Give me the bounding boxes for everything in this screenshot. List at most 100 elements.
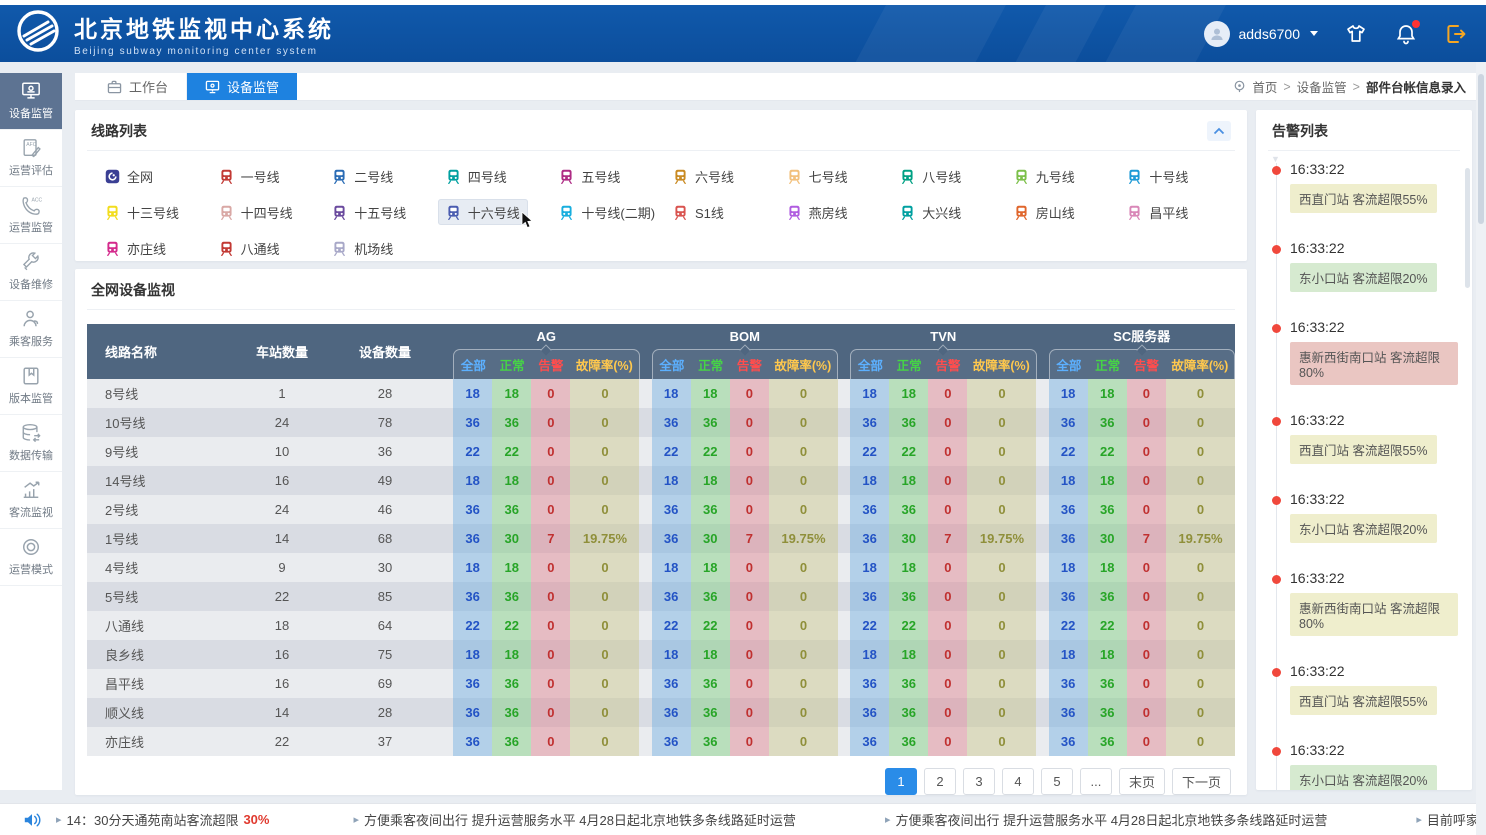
- line-item[interactable]: 九号线: [1006, 163, 1083, 189]
- sidebar-item-operation-supervision[interactable]: ACC 运营监管: [0, 187, 62, 244]
- line-item[interactable]: 十六号线: [438, 199, 528, 225]
- line-item[interactable]: 十号线: [1119, 163, 1196, 189]
- line-train-icon: [219, 241, 234, 256]
- line-item[interactable]: 六号线: [665, 163, 742, 189]
- cell-devices: 36: [329, 437, 441, 466]
- alarm-message[interactable]: 西直门站 客流超限55%: [1290, 686, 1437, 715]
- ticker-bullet-icon: ▸: [885, 813, 891, 826]
- alarm-message[interactable]: 西直门站 客流超限55%: [1290, 184, 1437, 213]
- page-button[interactable]: 3: [963, 768, 995, 795]
- sidebar-item-operation-mode[interactable]: 运营模式: [0, 529, 62, 586]
- sidebar-item-operation-evaluation[interactable]: AFC 运营评估: [0, 130, 62, 187]
- logout-button[interactable]: [1444, 22, 1468, 46]
- line-item-label: 燕房线: [809, 203, 848, 222]
- alarm-message[interactable]: 东小口站 客流超限20%: [1290, 514, 1437, 543]
- sidebar-item-device-monitor[interactable]: 设备监管: [0, 73, 62, 130]
- line-item[interactable]: 七号线: [779, 163, 856, 189]
- breadcrumb-home[interactable]: 首页: [1252, 77, 1277, 96]
- line-item[interactable]: 十号线(二期): [551, 199, 663, 225]
- user-menu[interactable]: adds6700: [1204, 21, 1318, 47]
- line-item[interactable]: 八号线: [892, 163, 969, 189]
- sidebar-item-device-maintenance[interactable]: 设备维修: [0, 244, 62, 301]
- theme-skin-button[interactable]: [1344, 22, 1368, 46]
- line-item-label: 六号线: [695, 167, 734, 186]
- cell-line-name: 亦庄线: [87, 727, 235, 756]
- cell-line-name: 顺义线: [87, 698, 235, 727]
- sidebar-item-passenger-flow[interactable]: 客流监视: [0, 472, 62, 529]
- cell-stations: 16: [235, 466, 329, 495]
- cell-line-name: 5号线: [87, 582, 235, 611]
- line-item[interactable]: 昌平线: [1119, 199, 1196, 225]
- sidebar-item-data-transfer[interactable]: 数据传输: [0, 415, 62, 472]
- ticker-bullet-icon: ▸: [1416, 813, 1422, 826]
- cell-stations: 14: [235, 698, 329, 727]
- news-ticker-bar: ▸ 14：30分天通苑南站客流超限 30% ▸ 方便乘客夜间出行 提升运营服务水…: [0, 803, 1486, 835]
- cell-devices: 75: [329, 640, 441, 669]
- page-button[interactable]: 2: [924, 768, 956, 795]
- line-grid: 全网 一号线: [75, 151, 1247, 261]
- line-item-label: 全网: [127, 167, 153, 186]
- alarm-message[interactable]: 惠新西街南口站 客流超限80%: [1290, 593, 1458, 636]
- app-header: 北京地铁监视中心系统 Beijing subway monitoring cen…: [0, 5, 1486, 62]
- page-scrollbar-thumb[interactable]: [1478, 74, 1484, 224]
- cell-devices: 69: [329, 669, 441, 698]
- cell-devices: 37: [329, 727, 441, 756]
- line-item[interactable]: 八通线: [211, 235, 288, 261]
- line-item-label: 十六号线: [468, 203, 520, 222]
- line-item[interactable]: S1线: [665, 199, 732, 225]
- page-button[interactable]: ...: [1080, 768, 1112, 795]
- line-item[interactable]: 十五号线: [324, 199, 414, 225]
- page-scrollbar[interactable]: [1476, 62, 1486, 835]
- line-item-label: 机场线: [354, 239, 393, 258]
- line-item[interactable]: 十四号线: [211, 199, 301, 225]
- pagination: 1 2 3 4 5 ... 末页: [75, 768, 1231, 795]
- table-row: 2号线 24 46 363600 363600 363600 363600: [87, 495, 1235, 524]
- table-row: 昌平线 16 69 363600 363600 363600 363600: [87, 669, 1235, 698]
- cell-stations: 22: [235, 727, 329, 756]
- page-button[interactable]: 下一页: [1172, 768, 1231, 795]
- line-item[interactable]: 全网: [97, 163, 161, 189]
- cell-stations: 18: [235, 611, 329, 640]
- sidebar-item-version-supervision[interactable]: 版本监管: [0, 358, 62, 415]
- line-item[interactable]: 五号线: [551, 163, 628, 189]
- line-item-label: 十三号线: [127, 203, 179, 222]
- tab-workbench[interactable]: 工作台: [89, 73, 187, 100]
- line-item[interactable]: 机场线: [324, 235, 401, 261]
- breadcrumb-section[interactable]: 设备监管: [1297, 77, 1347, 96]
- page-button[interactable]: 4: [1002, 768, 1034, 795]
- collapse-panel-button[interactable]: [1207, 121, 1231, 141]
- tab-device-supervision[interactable]: 设备监管: [187, 73, 297, 100]
- alarm-dot-icon: [1272, 747, 1281, 756]
- line-item[interactable]: 二号线: [324, 163, 401, 189]
- cell-line-name: 8号线: [87, 379, 235, 408]
- alarm-time: 16:33:22: [1290, 240, 1462, 256]
- line-train-icon: [219, 169, 234, 184]
- notifications-bell-icon[interactable]: [1394, 22, 1418, 46]
- alarm-message[interactable]: 东小口站 客流超限20%: [1290, 765, 1437, 790]
- line-item[interactable]: 一号线: [211, 163, 288, 189]
- sidebar-item-passenger-service[interactable]: 乘客服务: [0, 301, 62, 358]
- page-button[interactable]: 1: [885, 768, 917, 795]
- table-row: 5号线 22 85 363600 363600 363600 363600: [87, 582, 1235, 611]
- line-item[interactable]: 燕房线: [779, 199, 856, 225]
- line-item[interactable]: 四号线: [438, 163, 515, 189]
- alarm-message[interactable]: 惠新西街南口站 客流超限80%: [1290, 342, 1458, 385]
- line-train-icon: [332, 241, 347, 256]
- line-item[interactable]: 大兴线: [892, 199, 969, 225]
- ticker-text: 方便乘客夜间出行 提升运营服务水平 4月28日起北京地铁多条线路延时运营: [364, 810, 796, 829]
- line-item[interactable]: 亦庄线: [97, 235, 174, 261]
- group-header: TVN: [850, 324, 1037, 349]
- spacer: [0, 62, 1486, 73]
- line-item[interactable]: 房山线: [1006, 199, 1083, 225]
- svg-text:ACC: ACC: [31, 197, 42, 203]
- alarm-message[interactable]: 西直门站 客流超限55%: [1290, 435, 1437, 464]
- table-header: 线路名称 车站数量 设备数量 AG: [87, 324, 1235, 379]
- alarm-message[interactable]: 东小口站 客流超限20%: [1290, 263, 1437, 292]
- page-button[interactable]: 5: [1041, 768, 1073, 795]
- avatar: [1204, 21, 1230, 47]
- line-item[interactable]: 十三号线: [97, 199, 187, 225]
- cell-line-name: 昌平线: [87, 669, 235, 698]
- page-button[interactable]: 末页: [1119, 768, 1165, 795]
- sidebar-nav: 设备监管 AFC 运营评估 ACC 运营监管 设备维修 乘客服务 版本监管 数据…: [0, 73, 62, 790]
- alarm-scrollbar-thumb[interactable]: [1465, 168, 1470, 288]
